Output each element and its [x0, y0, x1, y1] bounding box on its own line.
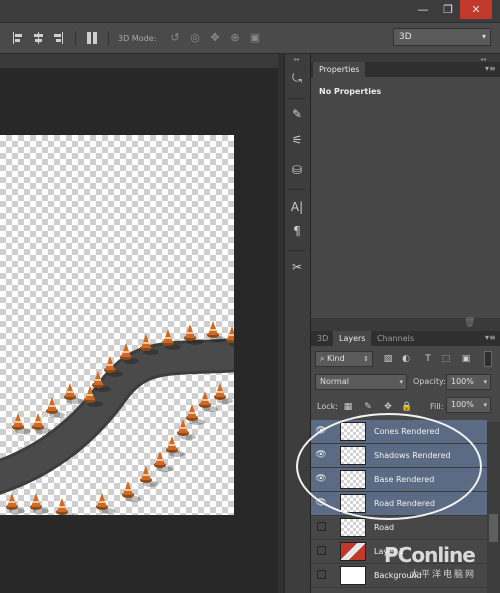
toolbar-divider [288, 98, 306, 99]
cone [140, 466, 159, 487]
tab-layers[interactable]: Layers [333, 331, 372, 346]
fill-label: Fill: [430, 402, 444, 411]
blend-mode-select[interactable]: Normal ▾ [315, 374, 407, 390]
opacity-value: 100% [451, 377, 474, 386]
roll-3d-icon[interactable]: ◎ [188, 31, 202, 45]
lock-transparency-icon[interactable]: ▦ [343, 402, 353, 412]
opacity-label: Opacity: [413, 377, 446, 386]
chevron-down-icon: ▾ [483, 401, 487, 409]
properties-panel [311, 77, 500, 318]
tab-channels[interactable]: Channels [371, 331, 420, 346]
toolbar-divider [288, 250, 306, 251]
workspace-select[interactable]: 3D ▾ [393, 28, 491, 46]
align-center-icon[interactable] [32, 32, 44, 44]
visibility-toggle[interactable] [317, 570, 326, 579]
distribute-icon[interactable] [86, 32, 98, 44]
minimize-button[interactable]: — [411, 0, 435, 19]
minimize-icon: — [417, 3, 429, 16]
layer-name: Road [374, 523, 395, 532]
cone [56, 498, 75, 515]
document-canvas[interactable] [0, 135, 234, 515]
scene-artwork [0, 321, 234, 515]
cone [214, 383, 233, 404]
cone [166, 436, 185, 457]
cone [46, 397, 65, 418]
cone [64, 383, 83, 404]
watermark-subtitle: 太平洋电脑网 [410, 570, 477, 580]
smart-object-filter-icon[interactable]: ▣ [461, 354, 471, 364]
filter-kind-value: Kind [327, 354, 345, 363]
stamp-icon[interactable]: ⛁ [284, 160, 310, 180]
layer-thumbnail [340, 518, 366, 537]
fill-value: 100% [451, 400, 474, 409]
layers-scroll-thumb[interactable] [489, 514, 498, 542]
collapse-handle[interactable]: ▸▸ [286, 56, 308, 63]
cone [6, 493, 25, 514]
rotate-3d-icon[interactable]: ↺ [168, 31, 182, 45]
close-icon: ✕ [471, 3, 481, 16]
scale-3d-icon[interactable]: ▣ [248, 31, 262, 45]
align-right-icon[interactable] [52, 32, 64, 44]
chevron-down-icon: ▾ [481, 32, 486, 41]
fill-input[interactable]: 100% ▾ [446, 397, 491, 413]
chevron-down-icon: ⇕ [363, 355, 369, 363]
align-left-icon[interactable] [12, 32, 24, 44]
properties-tabbar: Properties ▾≡ [311, 62, 500, 77]
filter-kind-select[interactable]: ⌕ Kind ⇕ [315, 351, 373, 367]
lock-all-icon[interactable]: 🔒 [401, 402, 412, 412]
watermark-logo: PConline [384, 543, 476, 567]
toolbar-divider [108, 31, 109, 46]
layers-scrollbar[interactable] [487, 422, 500, 593]
workspace-select-value: 3D [399, 32, 412, 42]
lock-image-icon[interactable]: ✎ [363, 402, 373, 412]
slide-3d-icon[interactable]: ⊕ [228, 31, 242, 45]
close-button[interactable]: ✕ [460, 0, 492, 19]
layer-thumbnail [340, 542, 366, 561]
cone [122, 481, 141, 502]
brush-icon[interactable]: ✎ [284, 104, 310, 124]
visibility-toggle[interactable] [317, 546, 326, 555]
tools-preset-icon[interactable]: ✂ [284, 257, 310, 277]
filter-toggle[interactable] [484, 351, 492, 367]
restore-icon: ❐ [443, 3, 453, 16]
layer-thumbnail [340, 566, 366, 585]
history-icon[interactable]: ⤿ [284, 68, 310, 88]
adjustment-filter-icon[interactable]: ◐ [401, 354, 411, 364]
layers-tabbar: 3D Layers Channels ▾≡ [311, 331, 500, 346]
blend-mode-value: Normal [320, 377, 349, 386]
lock-label: Lock: [317, 402, 338, 411]
visibility-toggle[interactable] [317, 522, 326, 531]
3d-mode-label: 3D Mode: [118, 34, 157, 43]
panel-menu-icon[interactable]: ▾≡ [485, 64, 496, 73]
cone [32, 413, 51, 434]
toolbar-divider [288, 189, 306, 190]
opacity-input[interactable]: 100% ▾ [446, 374, 491, 390]
title-bar: — ❐ ✕ [0, 0, 500, 22]
character-icon[interactable]: A| [284, 197, 310, 217]
search-icon: ⌕ [320, 354, 328, 363]
document-tab-strip [0, 54, 278, 68]
type-filter-icon[interactable]: T [423, 354, 433, 364]
chevron-down-icon: ▾ [399, 378, 403, 386]
highlight-circle [296, 413, 482, 520]
paragraph-icon[interactable]: ¶ [284, 221, 310, 241]
cone [199, 391, 218, 412]
toolbar-divider [75, 31, 76, 46]
adjustments-icon[interactable]: ⚟ [284, 130, 310, 150]
cone [12, 413, 31, 434]
trash-icon[interactable]: 🗑 [464, 318, 475, 328]
shape-filter-icon[interactable]: ⬚ [441, 354, 451, 364]
tab-properties[interactable]: Properties [313, 62, 366, 77]
chevron-down-icon: ▾ [483, 378, 487, 386]
restore-button[interactable]: ❐ [436, 0, 460, 19]
lock-position-icon[interactable]: ✥ [383, 402, 393, 412]
cone [96, 493, 115, 514]
pixel-filter-icon[interactable]: ▨ [383, 354, 393, 364]
drag-3d-icon[interactable]: ✥ [208, 31, 222, 45]
cone [30, 493, 49, 514]
tab-3d[interactable]: 3D [311, 331, 334, 346]
no-properties-text: No Properties [319, 87, 382, 96]
cone [207, 321, 226, 342]
panel-menu-icon[interactable]: ▾≡ [485, 333, 496, 342]
